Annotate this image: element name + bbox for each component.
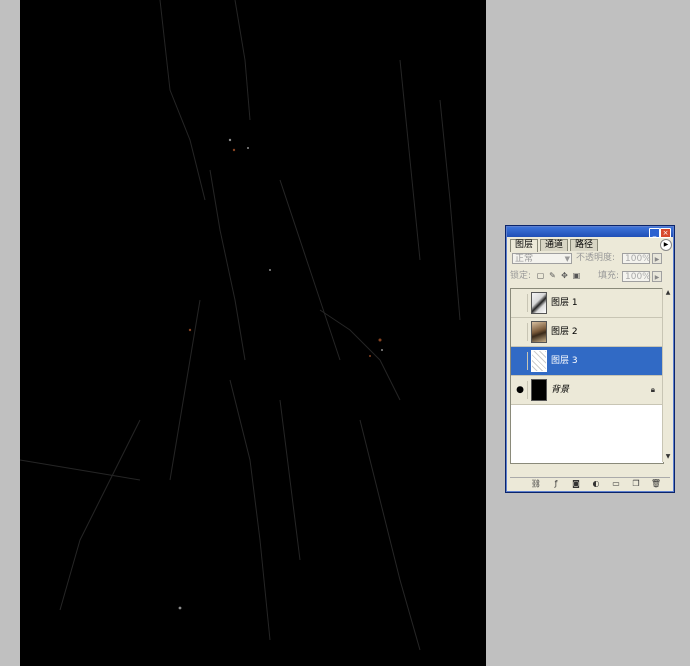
layer-name: 图层 2 [551, 327, 578, 337]
fill-slider-arrow[interactable]: ▶ [652, 271, 662, 282]
layer-mask-icon[interactable]: ◙ [570, 479, 582, 489]
eye-icon[interactable]: ● [513, 381, 528, 399]
layer-thumbnail [531, 350, 547, 372]
layer-row[interactable]: 图层 2 [511, 318, 663, 347]
scroll-down-icon[interactable]: ▼ [663, 452, 673, 462]
minimize-icon[interactable]: _ [649, 228, 660, 238]
link-icon[interactable]: ⛓ [530, 479, 542, 489]
visibility-toggle[interactable] [513, 294, 528, 312]
layer-name: 图层 3 [551, 356, 578, 366]
panel-footer: ⛓ ƒ ◙ ◐ ▭ ❐ 🗑︎ [510, 477, 670, 490]
fill-field[interactable]: 100% [622, 271, 651, 282]
visibility-toggle[interactable] [513, 323, 528, 341]
lock-transparency-icon[interactable]: ▢ [536, 271, 545, 280]
panel-menu-icon[interactable]: ▶ [660, 239, 672, 251]
panel-titlebar[interactable]: _ × [507, 227, 673, 238]
opacity-field[interactable]: 100% [622, 253, 651, 264]
tab-paths[interactable]: 路径 [570, 239, 599, 251]
lock-icon: 🔒︎ [650, 385, 655, 394]
close-icon[interactable]: × [660, 228, 671, 238]
lock-all-icon[interactable]: ▣ [572, 271, 581, 280]
visibility-toggle[interactable] [513, 352, 528, 370]
blend-row: 正常 ▼ 不透明度: 100% ▶ [510, 252, 670, 266]
edge-detected-image [20, 0, 461, 651]
tab-channels[interactable]: 通道 [540, 239, 569, 251]
trash-icon[interactable]: 🗑︎ [650, 479, 662, 489]
new-group-icon[interactable]: ▭ [610, 479, 622, 489]
chevron-down-icon: ▼ [564, 255, 570, 263]
scroll-up-icon[interactable]: ▲ [663, 288, 673, 298]
adjustment-layer-icon[interactable]: ◐ [590, 479, 602, 489]
document-canvas[interactable] [20, 0, 486, 666]
blend-mode-select[interactable]: 正常 ▼ [512, 253, 572, 264]
lock-label: 锁定: [510, 271, 532, 281]
layers-panel: _ × 图层 通道 路径 ▶ 正常 ▼ 不透明度: 100% ▶ 锁定: ▢ ✎ ✥… [505, 225, 675, 493]
layer-name: 图层 1 [551, 298, 578, 308]
new-layer-icon[interactable]: ❐ [630, 479, 642, 489]
layer-thumbnail [531, 321, 547, 343]
layer-thumbnail [531, 379, 547, 401]
lock-row: 锁定: ▢ ✎ ✥ ▣ 填充: 100% ▶ [510, 270, 670, 284]
lock-options: ▢ ✎ ✥ ▣ [536, 271, 584, 282]
opacity-label: 不透明度: [576, 253, 616, 263]
tab-layers[interactable]: 图层 [510, 239, 539, 252]
lock-move-icon[interactable]: ✥ [560, 271, 569, 280]
lock-brush-icon[interactable]: ✎ [548, 271, 557, 280]
fill-label: 填充: [598, 271, 620, 281]
layer-thumbnail [531, 292, 547, 314]
layers-list: 图层 1 图层 2 图层 3 ● 背景 🔒︎ [510, 288, 664, 464]
layer-row-selected[interactable]: 图层 3 [511, 347, 663, 376]
layer-name: 背景 [551, 385, 570, 395]
opacity-slider-arrow[interactable]: ▶ [652, 253, 662, 264]
blend-mode-value: 正常 [515, 254, 534, 264]
panel-tabs: 图层 通道 路径 [510, 239, 670, 252]
layer-row-background[interactable]: ● 背景 🔒︎ [511, 376, 663, 405]
layers-scrollbar[interactable]: ▲ ▼ [662, 288, 673, 462]
layer-style-icon[interactable]: ƒ [550, 479, 562, 489]
layer-row[interactable]: 图层 1 [511, 289, 663, 318]
